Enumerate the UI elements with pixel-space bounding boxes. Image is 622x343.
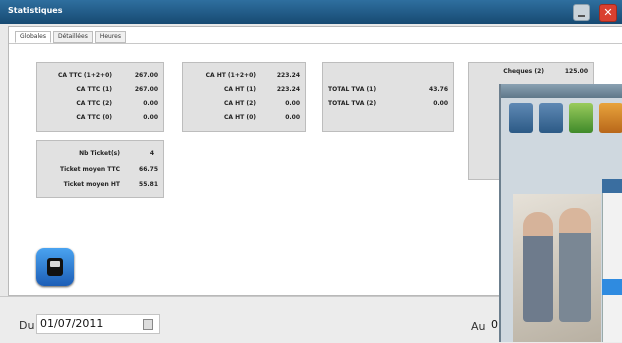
overlay-tool-button-3[interactable]	[569, 103, 593, 133]
ca-ht-total-label: CA HT (1+2+0)	[205, 72, 256, 79]
tab-detaillees[interactable]: Détaillées	[52, 31, 93, 43]
cash-register-icon[interactable]	[36, 248, 74, 286]
ca-ht-total-value: 223.24	[276, 72, 300, 79]
calendar-icon[interactable]	[143, 319, 153, 330]
cheques-value: 125.00	[564, 68, 588, 75]
tva-box	[322, 62, 454, 132]
ca-ttc-2-label: CA TTC (2)	[76, 100, 112, 107]
overlay-side-panel	[602, 179, 622, 342]
tva-1-label: TOTAL TVA (1)	[328, 86, 377, 93]
au-date-value[interactable]: 0	[491, 318, 498, 331]
du-date-value: 01/07/2011	[40, 317, 104, 330]
ca-ht-2-label: CA HT (2)	[224, 100, 256, 107]
overlay-tool-button-4[interactable]	[599, 103, 622, 133]
tab-globales[interactable]: Globales	[15, 31, 51, 43]
nb-tickets-value: 4	[149, 150, 154, 157]
nb-tickets-label: Nb Ticket(s)	[79, 150, 120, 157]
ca-ttc-0-label: CA TTC (0)	[76, 114, 112, 121]
ca-ht-2-value: 0.00	[285, 100, 300, 107]
close-icon[interactable]: ✕	[599, 4, 617, 22]
minimize-icon[interactable]	[573, 4, 590, 21]
ca-ttc-0-value: 0.00	[143, 114, 158, 121]
overlay-selected-row[interactable]	[602, 279, 622, 295]
tab-strip: Globales Détaillées Heures	[15, 31, 126, 43]
title-bar: Statistiques ✕	[0, 0, 622, 24]
ca-ht-0-value: 0.00	[285, 114, 300, 121]
ticket-moyen-ht-label: Ticket moyen HT	[63, 181, 120, 188]
cheques-label: Cheques (2)	[503, 68, 544, 75]
ca-ttc-total-value: 267.00	[134, 72, 158, 79]
au-label: Au	[471, 320, 486, 333]
overlay-tool-button-1[interactable]	[509, 103, 533, 133]
overlapping-window[interactable]	[499, 84, 622, 342]
ca-ttc-1-label: CA TTC (1)	[76, 86, 112, 93]
ticket-moyen-ttc-value: 66.75	[139, 166, 158, 173]
tva-2-label: TOTAL TVA (2)	[328, 100, 377, 107]
window-title: Statistiques	[8, 6, 63, 15]
tab-heures[interactable]: Heures	[94, 31, 126, 43]
du-date-field[interactable]: 01/07/2011	[36, 314, 160, 334]
ca-ht-1-label: CA HT (1)	[224, 86, 256, 93]
ticket-moyen-ht-value: 55.81	[139, 181, 158, 188]
tva-2-value: 0.00	[433, 100, 448, 107]
tva-1-value: 43.76	[429, 86, 448, 93]
du-label: Du	[19, 319, 35, 332]
ca-ttc-2-value: 0.00	[143, 100, 158, 107]
photo-child-left	[523, 212, 553, 322]
ca-ht-0-label: CA HT (0)	[224, 114, 256, 121]
ticket-moyen-ttc-label: Ticket moyen TTC	[59, 166, 120, 173]
ca-ttc-1-value: 267.00	[134, 86, 158, 93]
overlay-tool-button-2[interactable]	[539, 103, 563, 133]
ca-ttc-total-label: CA TTC (1+2+0)	[57, 72, 112, 79]
overlay-side-panel-header	[602, 179, 622, 193]
tab-divider	[9, 43, 622, 44]
overlay-title-bar	[501, 84, 622, 98]
photo-child-right	[559, 208, 591, 322]
ca-ht-1-value: 223.24	[276, 86, 300, 93]
